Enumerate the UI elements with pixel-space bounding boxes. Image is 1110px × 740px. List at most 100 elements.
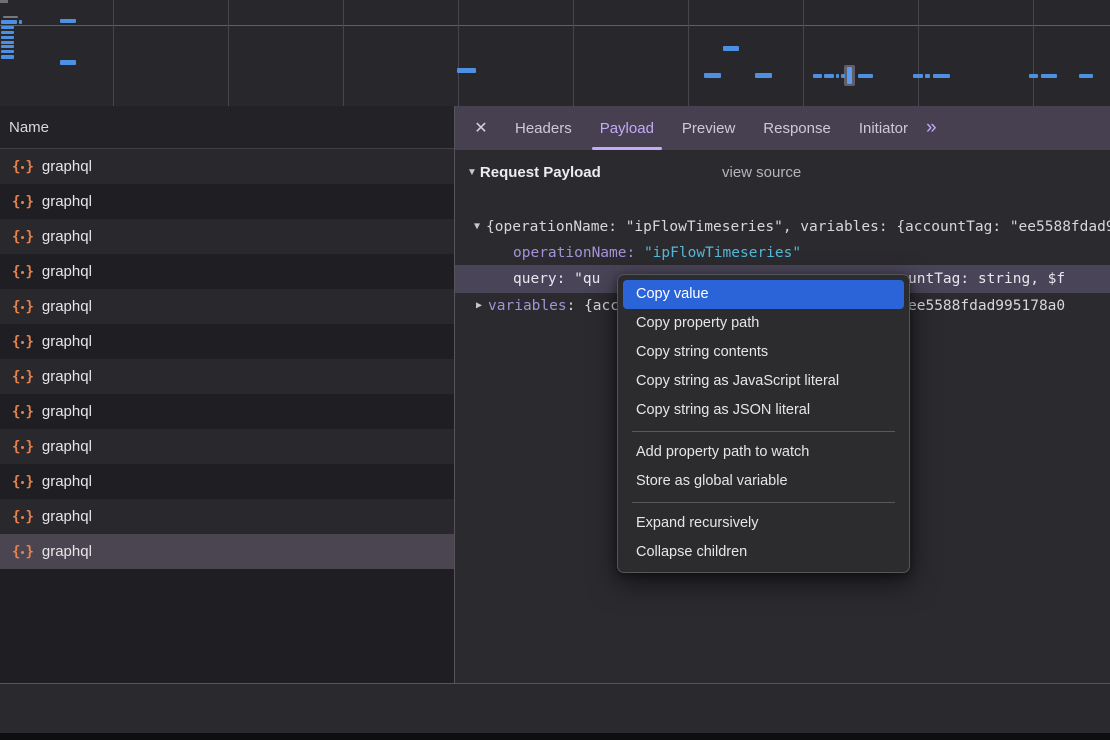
property-key: operationName: [513, 245, 635, 261]
more-tabs-icon[interactable]: » [926, 117, 937, 139]
waterfall-bar [1079, 74, 1093, 78]
request-row[interactable]: {} graphql [0, 499, 454, 534]
property-value: "ipFlowTimeseries" [644, 245, 801, 261]
request-name: graphql [42, 508, 92, 525]
scrubber-tick [847, 67, 852, 84]
request-name: graphql [42, 228, 92, 245]
json-braces-icon: {} [12, 474, 34, 490]
network-overview-timeline[interactable] [0, 0, 1110, 107]
json-braces-icon: {} [12, 229, 34, 245]
tab-preview[interactable]: Preview [668, 106, 749, 150]
request-row[interactable]: {} graphql [0, 464, 454, 499]
collapse-triangle-icon[interactable]: ▼ [467, 167, 477, 178]
menu-item-collapse-children[interactable]: Collapse children [623, 538, 904, 567]
request-row[interactable]: {}graphql [0, 394, 454, 429]
waterfall-bar [60, 19, 76, 23]
payload-root-preview: {operationName: "ipFlowTimeseries", vari… [486, 219, 1110, 235]
tab-headers[interactable]: Headers [501, 106, 586, 150]
request-row[interactable]: {} graphql [0, 324, 454, 359]
summary-bar [0, 684, 1110, 733]
request-name: graphql [42, 368, 92, 385]
menu-item-copy-property-path[interactable]: Copy property path [623, 309, 904, 338]
request-row[interactable]: {}graphql [0, 149, 454, 184]
waterfall-bar [1, 41, 14, 44]
request-row[interactable]: {} graphql [0, 184, 454, 219]
json-braces-icon: {} [12, 509, 34, 525]
waterfall-bar [1041, 74, 1057, 78]
menu-item-copy-value[interactable]: Copy value [623, 280, 904, 309]
menu-separator [632, 431, 895, 432]
request-row[interactable]: {}graphql [0, 534, 454, 569]
overview-row-divider [0, 25, 1110, 26]
tab-strip: Headers Payload Preview Response Initiator [501, 106, 922, 150]
tab-response[interactable]: Response [749, 106, 845, 150]
payload-root-row[interactable]: ▼ {operationName: "ipFlowTimeseries", var… [455, 214, 1110, 240]
timeline-gridline [228, 0, 229, 106]
timeline-gridline [458, 0, 459, 106]
json-braces-icon: {} [12, 439, 34, 455]
request-row[interactable]: {}graphql [0, 359, 454, 394]
waterfall-bar [1, 55, 14, 59]
waterfall-bar [755, 73, 772, 78]
payload-row-operation-name[interactable]: operationName: "ipFlowTimeseries" [455, 240, 1110, 266]
request-row[interactable]: {}graphql [0, 254, 454, 289]
request-name: graphql [42, 403, 92, 420]
json-braces-icon: {} [12, 194, 34, 210]
menu-item-expand-recursively[interactable]: Expand recursively [623, 509, 904, 538]
request-name: graphql [42, 298, 92, 315]
detail-tabbar: ✕ Headers Payload Preview Response Initiator… [455, 106, 1110, 150]
waterfall-bar [1029, 74, 1038, 78]
waterfall-bar [836, 74, 839, 78]
timeline-gridline [803, 0, 804, 106]
waterfall-bar [913, 74, 923, 78]
menu-item-copy-string-as-javascript-literal[interactable]: Copy string as JavaScript literal [623, 367, 904, 396]
waterfall-bar [1, 36, 14, 39]
column-header-name[interactable]: Name [0, 106, 454, 149]
close-icon[interactable]: ✕ [471, 118, 491, 138]
column-header-label: Name [9, 119, 49, 136]
waterfall-bar [841, 74, 845, 78]
query-value-fragment: untTag: string, $f [908, 265, 1065, 293]
waterfall-bar [1, 31, 14, 34]
timeline-gridline [918, 0, 919, 106]
request-name: graphql [42, 158, 92, 175]
waterfall-bar [824, 74, 834, 78]
tab-label: Response [763, 120, 831, 137]
tab-label: Preview [682, 120, 735, 137]
waterfall-bar [813, 74, 822, 78]
waterfall-bar [60, 60, 76, 65]
request-row[interactable]: {}graphql [0, 289, 454, 324]
waterfall-bar [858, 74, 873, 78]
context-menu: Copy valueCopy property pathCopy string … [617, 274, 910, 573]
menu-item-copy-string-as-json-literal[interactable]: Copy string as JSON literal [623, 396, 904, 425]
expand-triangle-icon[interactable]: ▶ [476, 300, 482, 311]
request-payload-section[interactable]: ▼Request Payload view source [467, 164, 1110, 181]
menu-item-copy-string-contents[interactable]: Copy string contents [623, 338, 904, 367]
json-braces-icon: {} [12, 334, 34, 350]
tab-initiator[interactable]: Initiator [845, 106, 922, 150]
waterfall-bar [1, 26, 14, 29]
request-name: graphql [42, 193, 92, 210]
timeline-gridline [113, 0, 114, 106]
timeline-gridline [1033, 0, 1034, 106]
tab-payload[interactable]: Payload [586, 106, 668, 150]
collapse-triangle-icon[interactable]: ▼ [474, 221, 480, 232]
waterfall-bar [704, 73, 721, 78]
timeline-scrubber[interactable] [844, 65, 855, 86]
section-title: Request Payload [480, 164, 601, 181]
menu-item-store-as-global-variable[interactable]: Store as global variable [623, 467, 904, 496]
view-source-link[interactable]: view source [722, 164, 801, 181]
waterfall-bar [925, 74, 930, 78]
request-name: graphql [42, 333, 92, 350]
request-name: graphql [42, 473, 92, 490]
variables-preview-fragment: ee5588fdad995178a0 [908, 293, 1065, 319]
property-key: variables [488, 298, 567, 314]
property-key-value-fragment: query: "qu [513, 271, 600, 287]
request-name: graphql [42, 263, 92, 280]
requests-panel: Name {}graphql{}graphql{}graphql{}graphq… [0, 106, 454, 683]
request-row[interactable]: {} graphql [0, 219, 454, 254]
menu-item-add-property-path-to-watch[interactable]: Add property path to watch [623, 438, 904, 467]
tab-label: Payload [600, 120, 654, 137]
request-list: {} graphql {} graphql {} graphql {} graphql {} gr… [0, 149, 454, 569]
request-row[interactable]: {}graphql [0, 429, 454, 464]
